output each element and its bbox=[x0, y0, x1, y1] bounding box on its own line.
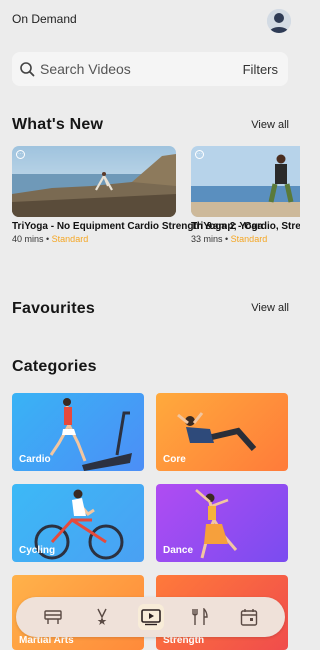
nav-item-calendar[interactable] bbox=[236, 604, 262, 630]
nav-item-on-demand[interactable] bbox=[137, 604, 164, 630]
more-options-icon[interactable]: ··· bbox=[16, 150, 25, 159]
nav-item-medal[interactable] bbox=[89, 604, 115, 630]
category-card-dance[interactable]: Dance bbox=[156, 484, 288, 562]
play-video-icon bbox=[140, 609, 161, 626]
video-tier-badge: Standard bbox=[51, 234, 89, 244]
search-icon bbox=[18, 60, 36, 78]
calendar-icon bbox=[240, 609, 257, 626]
category-card-cardio[interactable]: Cardio bbox=[12, 393, 144, 471]
page-title: On Demand bbox=[12, 12, 77, 26]
category-label: Core bbox=[163, 454, 186, 465]
nav-item-desk[interactable] bbox=[40, 604, 66, 630]
filters-button[interactable]: Filters bbox=[243, 62, 278, 77]
header: On Demand bbox=[0, 0, 300, 44]
video-card[interactable]: ··· TriYoga 2 - Cardio, Strength &amp; Y… bbox=[191, 146, 300, 286]
category-card-core[interactable]: Core bbox=[156, 393, 288, 471]
category-label: Dance bbox=[163, 545, 194, 556]
video-thumbnail[interactable]: ··· bbox=[12, 146, 176, 217]
search-bar[interactable]: Search Videos Filters bbox=[12, 52, 288, 86]
video-tier-badge: Standard bbox=[230, 234, 268, 244]
avatar[interactable] bbox=[267, 9, 291, 33]
video-title: TriYoga - No Equipment Cardio Strength &… bbox=[12, 221, 264, 232]
video-title: TriYoga 2 - Cardio, Strength &amp; Yoga … bbox=[191, 221, 300, 232]
utensils-icon bbox=[191, 608, 208, 625]
video-meta: 33 mins • Standard bbox=[191, 234, 268, 244]
more-options-icon[interactable]: ··· bbox=[195, 150, 204, 159]
video-meta: 40 mins • Standard bbox=[12, 234, 89, 244]
nav-item-nutrition[interactable] bbox=[187, 604, 213, 630]
video-thumbnail[interactable]: ··· bbox=[191, 146, 300, 217]
category-label: Cycling bbox=[19, 545, 56, 556]
categories-title: Categories bbox=[12, 358, 97, 375]
bottom-navigation-bar bbox=[16, 597, 285, 637]
whats-new-view-all[interactable]: View all bbox=[251, 119, 289, 131]
search-input[interactable]: Search Videos bbox=[40, 61, 243, 77]
video-duration: 40 mins bbox=[12, 234, 44, 244]
user-icon bbox=[267, 9, 291, 33]
category-card-cycling[interactable]: Cycling bbox=[12, 484, 144, 562]
whats-new-title: What's New bbox=[12, 116, 104, 133]
desk-icon bbox=[43, 610, 62, 624]
video-card[interactable]: ··· TriYoga - No Equipment Cardio Streng… bbox=[12, 146, 264, 286]
favourites-title: Favourites bbox=[12, 300, 95, 317]
medal-icon bbox=[96, 608, 107, 625]
video-duration: 33 mins bbox=[191, 234, 223, 244]
category-label: Cardio bbox=[19, 454, 51, 465]
favourites-view-all[interactable]: View all bbox=[251, 302, 289, 314]
